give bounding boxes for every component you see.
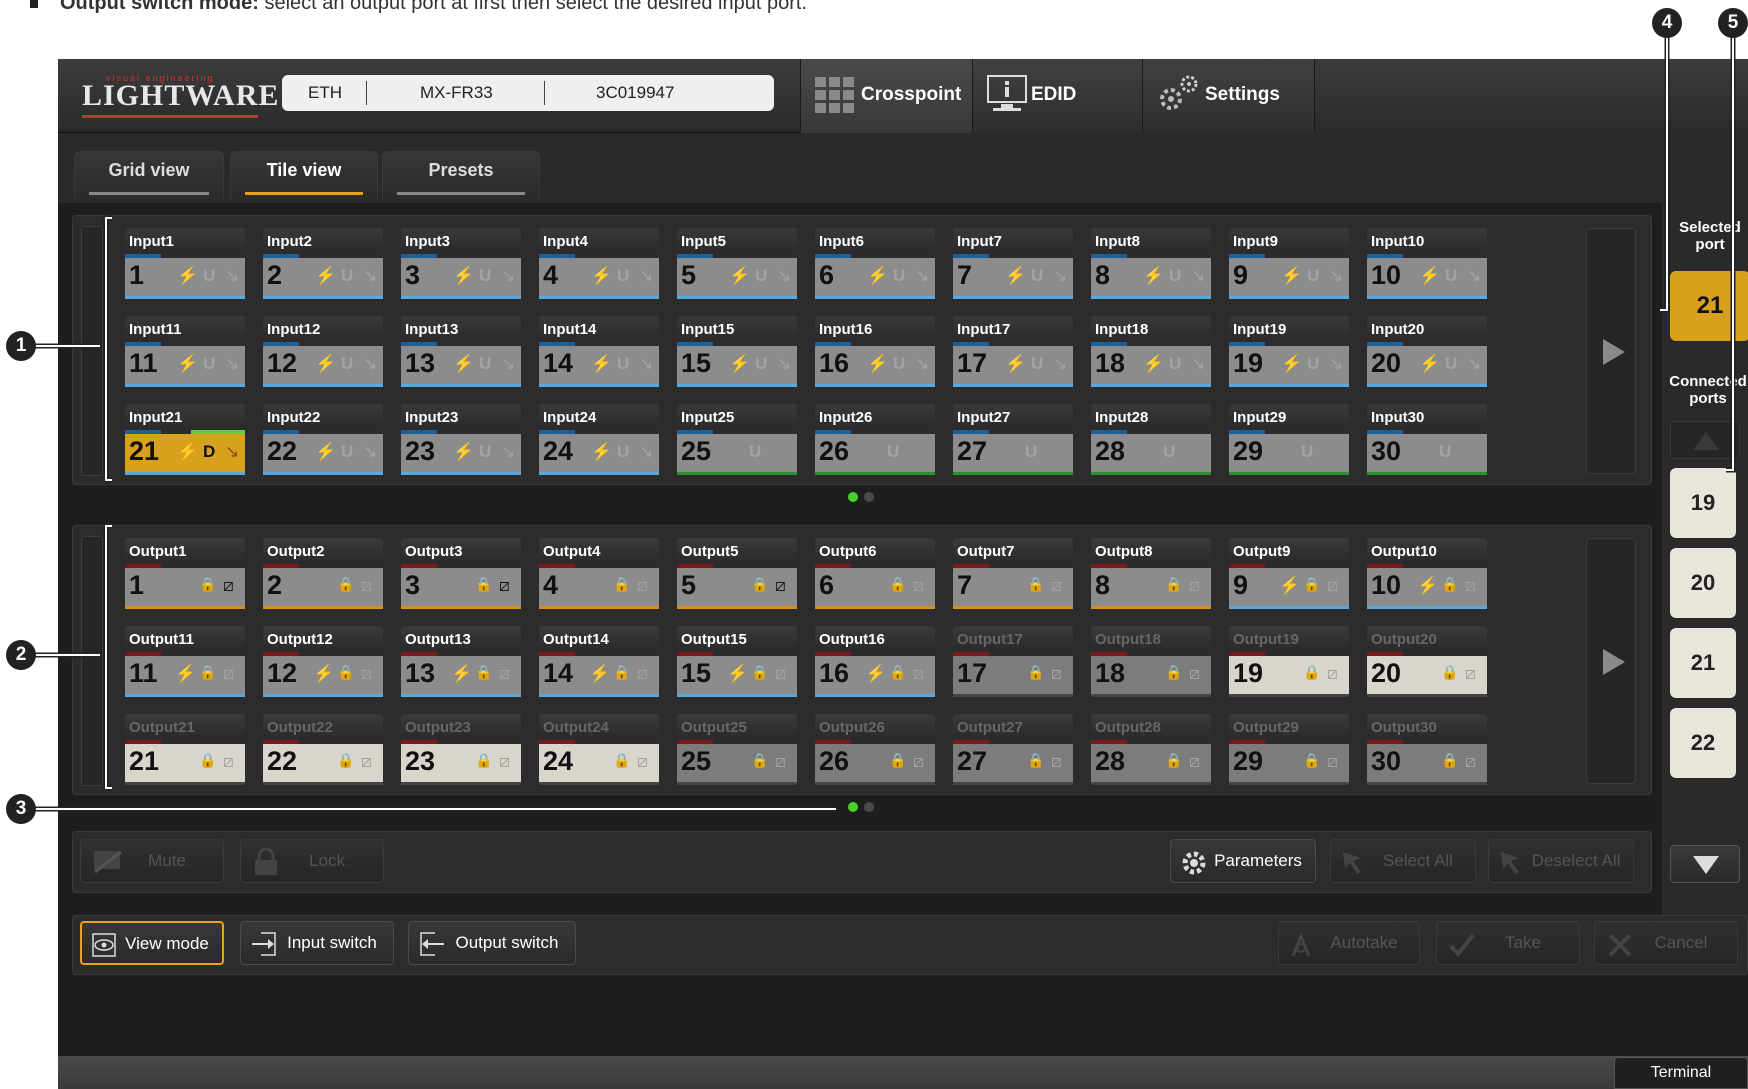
callout-5: 5 xyxy=(1718,8,1748,38)
callout-3: 3 xyxy=(6,794,36,824)
callout-lines xyxy=(34,30,1736,812)
callout-1: 1 xyxy=(6,331,36,361)
callout-4: 4 xyxy=(1652,8,1682,38)
callout-2: 2 xyxy=(6,640,36,670)
